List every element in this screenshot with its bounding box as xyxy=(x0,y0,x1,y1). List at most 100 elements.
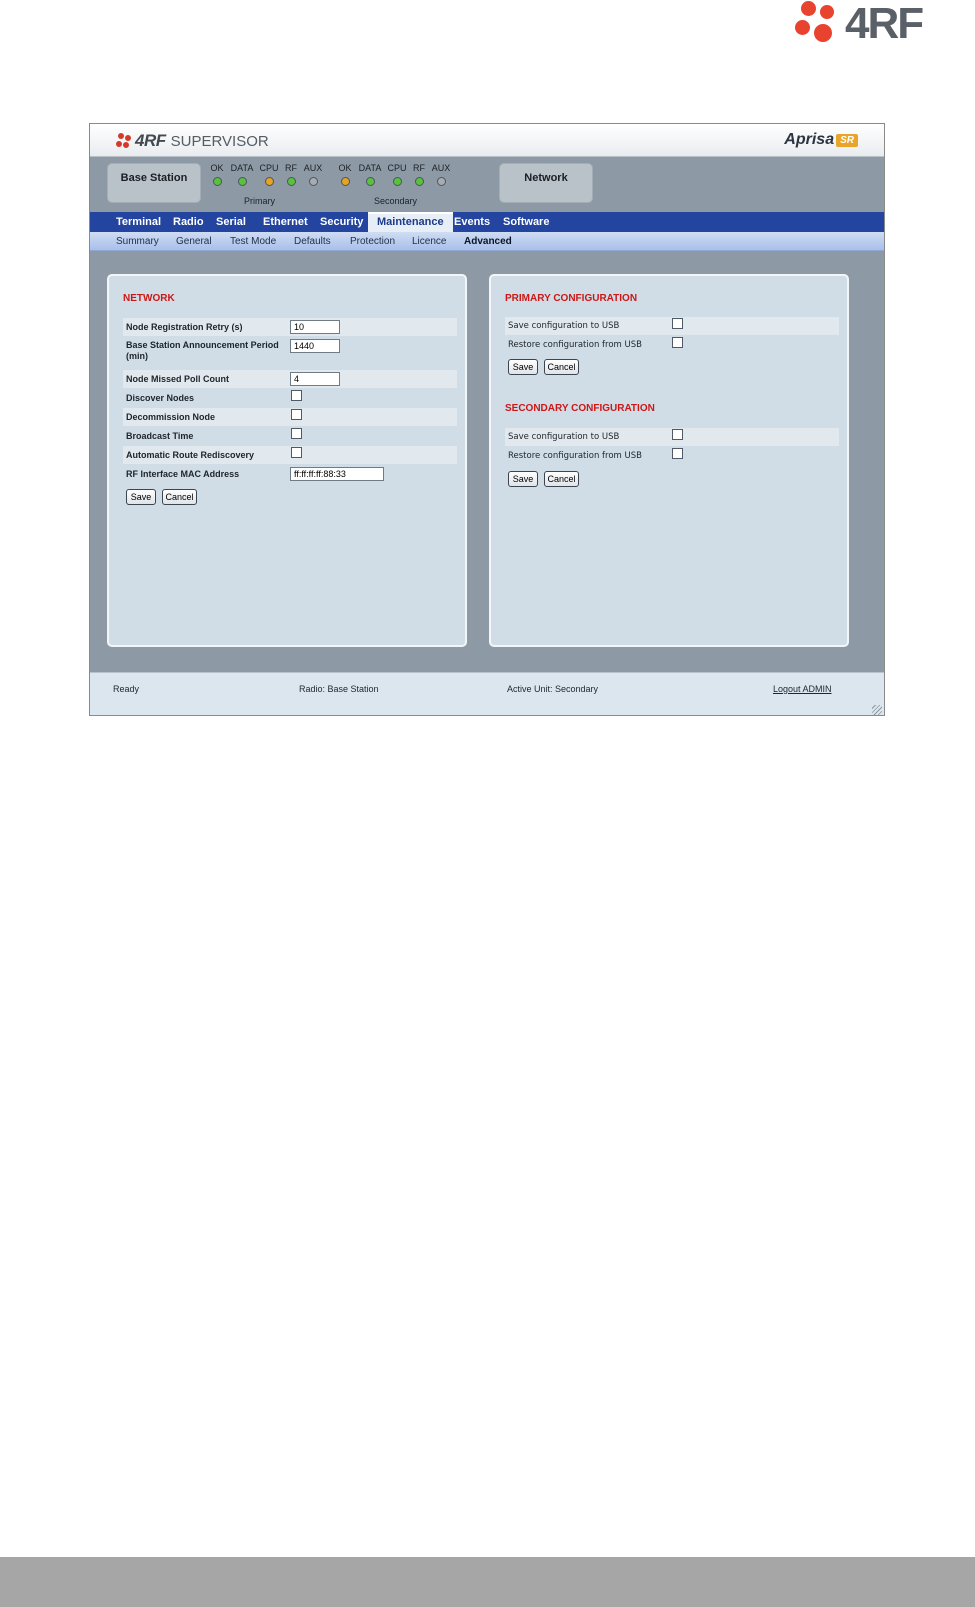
brand-name: 4RF xyxy=(135,131,166,150)
tab-security[interactable]: Security xyxy=(311,212,372,232)
led-primary-data: DATA xyxy=(227,163,257,191)
secondary-save-usb-checkbox[interactable] xyxy=(672,429,683,440)
tab-maintenance[interactable]: Maintenance xyxy=(368,212,453,232)
label-broadcast-time: Broadcast Time xyxy=(126,431,194,441)
row-decommission-node: Decommission Node xyxy=(123,408,457,426)
resize-grip-icon[interactable] xyxy=(872,705,882,715)
status-ready: Ready xyxy=(113,684,140,694)
led-icon xyxy=(264,177,274,186)
led-icon xyxy=(365,177,375,186)
label-primary-restore-usb: Restore configuration from USB xyxy=(508,340,642,350)
node-registration-retry-input[interactable]: 10 xyxy=(290,320,340,334)
status-bar: Ready Radio: Base Station Active Unit: S… xyxy=(90,672,884,715)
network-cancel-button[interactable]: Cancel xyxy=(162,489,197,505)
label-node-missed-poll: Node Missed Poll Count xyxy=(126,374,230,384)
aprisa-logo: Aprisa SR xyxy=(784,131,858,149)
auto-route-rediscovery-checkbox[interactable] xyxy=(291,447,302,458)
subtab-licence[interactable]: Licence xyxy=(412,232,446,251)
row-base-station-announcement: Base Station Announcement Period (min) 14… xyxy=(123,337,457,363)
brand-dots-icon xyxy=(116,133,132,149)
led-secondary-data: DATA xyxy=(355,163,385,191)
subtab-summary[interactable]: Summary xyxy=(116,232,159,251)
primary-label: Primary xyxy=(244,196,275,206)
broadcast-time-checkbox[interactable] xyxy=(291,428,302,439)
page-logo: 4RF xyxy=(793,0,963,48)
tab-software[interactable]: Software xyxy=(494,212,558,232)
tab-ethernet[interactable]: Ethernet xyxy=(254,212,317,232)
label-secondary-restore-usb: Restore configuration from USB xyxy=(508,451,642,461)
led-icon xyxy=(436,177,446,186)
app-window: 4RF SUPERVISOR Aprisa SR Base Station OK… xyxy=(89,123,885,716)
primary-config-title: PRIMARY CONFIGURATION xyxy=(505,293,638,304)
aprisa-name: Aprisa xyxy=(784,131,835,148)
label-discover-nodes: Discover Nodes xyxy=(126,393,195,403)
row-discover-nodes: Discover Nodes xyxy=(123,389,457,407)
secondary-config-title: SECONDARY CONFIGURATION xyxy=(505,403,655,414)
subtab-protection[interactable]: Protection xyxy=(350,232,395,251)
primary-save-button[interactable]: Save xyxy=(508,359,538,375)
led-secondary-aux: AUX xyxy=(426,163,456,191)
content-area: NETWORK Node Registration Retry (s) 10 B… xyxy=(90,251,884,672)
decommission-node-checkbox[interactable] xyxy=(291,409,302,420)
configuration-panel: PRIMARY CONFIGURATION Save configuration… xyxy=(489,274,849,647)
network-panel: NETWORK Node Registration Retry (s) 10 B… xyxy=(107,274,467,647)
row-node-registration-retry: Node Registration Retry (s) 10 xyxy=(123,318,457,336)
app-brand: 4RF SUPERVISOR xyxy=(116,131,269,151)
label-rf-mac-address: RF Interface MAC Address xyxy=(126,469,240,479)
led-primary-aux: AUX xyxy=(298,163,328,191)
status-active-unit: Active Unit: Secondary xyxy=(507,684,599,694)
label-primary-save-usb: Save configuration to USB xyxy=(508,321,620,331)
row-node-missed-poll: Node Missed Poll Count 4 xyxy=(123,370,457,388)
subtab-test-mode[interactable]: Test Mode xyxy=(230,232,276,251)
secondary-cancel-button[interactable]: Cancel xyxy=(544,471,579,487)
primary-save-usb-checkbox[interactable] xyxy=(672,318,683,329)
logo-text: 4RF xyxy=(845,0,924,48)
secondary-restore-usb-checkbox[interactable] xyxy=(672,448,683,459)
row-primary-save-usb: Save configuration to USB xyxy=(505,317,839,335)
subtab-advanced[interactable]: Advanced xyxy=(464,232,512,251)
row-primary-restore-usb: Restore configuration from USB xyxy=(505,336,839,354)
discover-nodes-checkbox[interactable] xyxy=(291,390,302,401)
row-broadcast-time: Broadcast Time xyxy=(123,427,457,445)
node-missed-poll-input[interactable]: 4 xyxy=(290,372,340,386)
secondary-label: Secondary xyxy=(374,196,418,206)
network-save-button[interactable]: Save xyxy=(126,489,156,505)
sub-nav: Summary General Test Mode Defaults Prote… xyxy=(90,232,884,251)
primary-restore-usb-checkbox[interactable] xyxy=(672,337,683,348)
led-icon xyxy=(340,177,350,186)
label-decommission-node: Decommission Node xyxy=(126,412,216,422)
primary-cancel-button[interactable]: Cancel xyxy=(544,359,579,375)
base-station-announcement-input[interactable]: 1440 xyxy=(290,339,340,353)
row-secondary-restore-usb: Restore configuration from USB xyxy=(505,447,839,465)
status-radio: Radio: Base Station xyxy=(299,684,379,694)
row-auto-route-rediscovery: Automatic Route Rediscovery xyxy=(123,446,457,464)
label-base-station-announcement: Base Station Announcement Period (min) xyxy=(126,340,279,361)
status-area: Base Station OK DATA CPU RF AUX Primary … xyxy=(90,157,884,212)
rf-mac-address-input[interactable]: ff:ff:ff:ff:88:33 xyxy=(290,467,384,481)
network-title: NETWORK xyxy=(123,293,175,304)
app-header: 4RF SUPERVISOR Aprisa SR xyxy=(90,124,884,157)
subtab-general[interactable]: General xyxy=(176,232,212,251)
tab-serial[interactable]: Serial xyxy=(207,212,255,232)
tab-terminal[interactable]: Terminal xyxy=(107,212,170,232)
label-node-registration-retry: Node Registration Retry (s) xyxy=(126,322,243,332)
aprisa-badge: SR xyxy=(836,133,858,147)
tab-events[interactable]: Events xyxy=(445,212,499,232)
subtab-defaults[interactable]: Defaults xyxy=(294,232,331,251)
network-box[interactable]: Network xyxy=(499,163,593,203)
tab-radio[interactable]: Radio xyxy=(164,212,213,232)
base-station-box[interactable]: Base Station xyxy=(107,163,201,203)
row-secondary-save-usb: Save configuration to USB xyxy=(505,428,839,446)
row-rf-mac-address: RF Interface MAC Address ff:ff:ff:ff:88:… xyxy=(123,465,457,483)
logout-link[interactable]: Logout ADMIN xyxy=(773,684,832,694)
logo-dots-icon xyxy=(793,1,843,47)
main-nav: Terminal Radio Serial Ethernet Security … xyxy=(90,212,884,232)
led-icon xyxy=(212,177,222,186)
page-footer-bar xyxy=(0,1557,975,1607)
led-icon xyxy=(286,177,296,186)
led-icon xyxy=(237,177,247,186)
led-icon xyxy=(308,177,318,186)
secondary-save-button[interactable]: Save xyxy=(508,471,538,487)
led-icon xyxy=(392,177,402,186)
led-icon xyxy=(414,177,424,186)
